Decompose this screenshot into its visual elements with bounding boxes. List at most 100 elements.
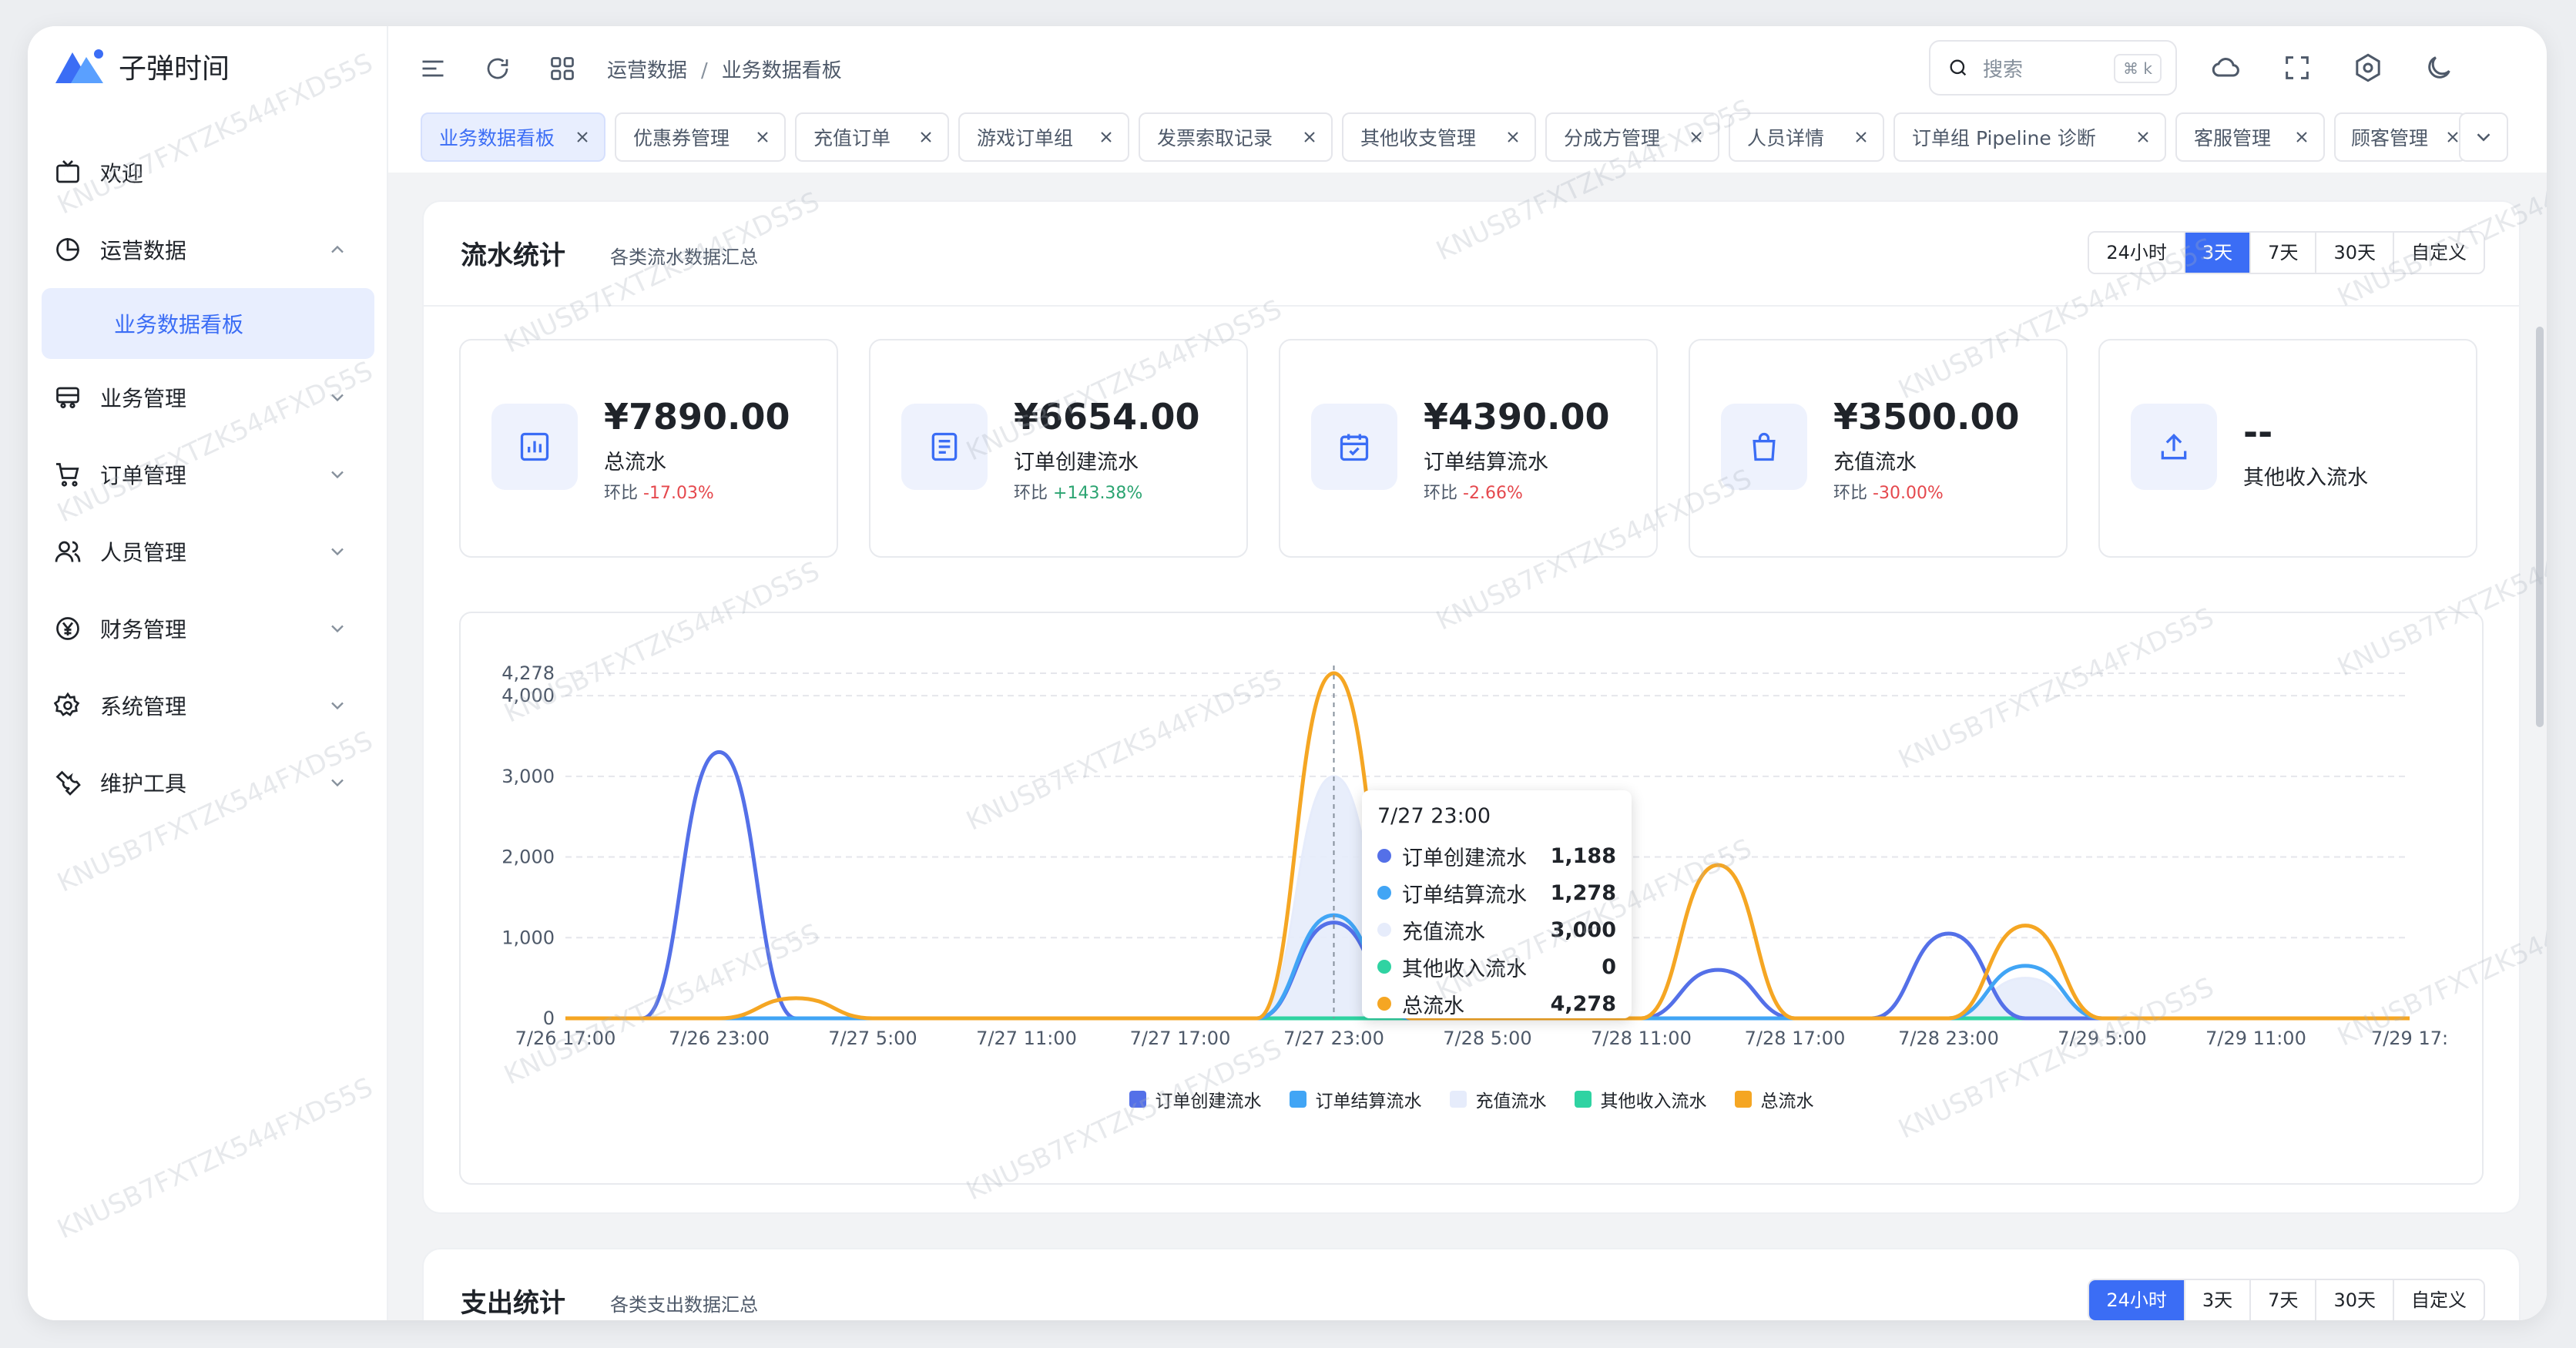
cart-icon — [52, 459, 83, 490]
tab-coupons[interactable]: 优惠券管理 — [615, 112, 786, 162]
sidebar-item-label: 运营数据 — [100, 238, 187, 263]
stat-amount: ¥6654.00 — [1014, 396, 1200, 438]
sidebar-item-welcome[interactable]: 欢迎 — [28, 134, 388, 211]
close-icon[interactable] — [1504, 128, 1522, 146]
tab-staff-detail[interactable]: 人员详情 — [1729, 112, 1884, 162]
close-icon[interactable] — [2134, 128, 2152, 146]
x-tick-label: 7/27 17:00 — [1130, 1028, 1231, 1049]
sidebar-item-finance[interactable]: 财务管理 — [28, 590, 388, 667]
sidebar-item-label: 欢迎 — [100, 161, 144, 186]
legend-item[interactable]: 订单创建流水 — [1129, 1086, 1262, 1112]
tooltip-row: 订单结算流水 1,278 — [1377, 874, 1616, 911]
tooltip-row: 充值流水 3,000 — [1377, 911, 1616, 948]
close-icon[interactable] — [1687, 128, 1706, 146]
bag-icon — [1721, 404, 1807, 490]
tab-label: 人员详情 — [1747, 127, 1825, 149]
legend-dot — [1377, 960, 1391, 974]
app-logo[interactable]: 子弹时间 — [52, 45, 230, 88]
stat-amount: ¥4390.00 — [1424, 396, 1610, 438]
range-option-custom[interactable]: 自定义 — [2393, 233, 2484, 273]
menu-toggle-icon[interactable] — [416, 52, 450, 86]
x-tick-label: 7/28 23:00 — [1898, 1028, 1999, 1049]
x-tick-label: 7/28 11:00 — [1591, 1028, 1692, 1049]
x-tick-label: 7/27 5:00 — [828, 1028, 917, 1049]
range-option-24h[interactable]: 24小时 — [2089, 1280, 2184, 1320]
tab-other-income-expense[interactable]: 其他收支管理 — [1342, 112, 1536, 162]
range-option-7d[interactable]: 7天 — [2249, 1280, 2316, 1320]
y-tick-label: 4,278 — [501, 662, 555, 684]
range-option-custom[interactable]: 自定义 — [2393, 1280, 2484, 1320]
tab-customers[interactable]: 顾客管理 — [2334, 112, 2467, 162]
tab-pipeline-diagnosis[interactable]: 订单组 Pipeline 诊断 — [1893, 112, 2166, 162]
close-icon[interactable] — [753, 128, 772, 146]
logo-icon — [55, 49, 103, 83]
fullscreen-icon[interactable] — [2279, 49, 2316, 86]
legend-item[interactable]: 充值流水 — [1449, 1086, 1547, 1112]
x-tick-label: 7/29 5:00 — [2058, 1028, 2146, 1049]
close-icon[interactable] — [917, 128, 935, 146]
apps-grid-icon[interactable] — [545, 52, 579, 86]
search-input[interactable]: 搜索 ⌘ k — [1929, 40, 2177, 96]
dark-mode-icon[interactable] — [2420, 49, 2457, 86]
gear-icon — [52, 690, 83, 721]
range-option-3d[interactable]: 3天 — [2183, 233, 2250, 273]
scrollbar[interactable] — [2536, 327, 2544, 727]
tab-invoice-requests[interactable]: 发票索取记录 — [1139, 112, 1333, 162]
sidebar-item-operations[interactable]: 运营数据 — [28, 211, 388, 288]
legend-item[interactable]: 其他收入流水 — [1574, 1086, 1707, 1112]
chart-tooltip: 7/27 23:00 订单创建流水 1,188 订单结算流水 1,278 充值流水 3… — [1362, 790, 1632, 1018]
tab-dashboard[interactable]: 业务数据看板 — [421, 112, 605, 162]
sidebar-item-label: 系统管理 — [100, 694, 187, 719]
card-subtitle: 各类流水数据汇总 — [610, 246, 758, 268]
tabs-more-button[interactable] — [2459, 112, 2508, 162]
tooltip-series: 订单创建流水 — [1402, 846, 1527, 870]
tab-customer-service[interactable]: 客服管理 — [2175, 112, 2325, 162]
compare-label: 环比 — [1833, 484, 1868, 503]
range-option-7d[interactable]: 7天 — [2249, 233, 2316, 273]
calendar-check-icon — [1311, 404, 1397, 490]
cloud-icon[interactable] — [2208, 49, 2245, 86]
sidebar-item-label: 订单管理 — [100, 463, 187, 488]
sidebar-item-staff[interactable]: 人员管理 — [28, 513, 388, 590]
sidebar-subitem-dashboard[interactable]: 业务数据看板 — [42, 288, 374, 359]
sidebar-item-tools[interactable]: 维护工具 — [28, 744, 388, 821]
pie-chart-icon — [52, 234, 83, 265]
tab-label: 客服管理 — [2194, 127, 2272, 149]
range-option-30d[interactable]: 30天 — [2315, 233, 2393, 273]
sidebar-item-business[interactable]: 业务管理 — [28, 359, 388, 436]
sidebar-item-orders[interactable]: 订单管理 — [28, 436, 388, 513]
x-tick-label: 7/27 11:00 — [976, 1028, 1077, 1049]
legend-item[interactable]: 总流水 — [1734, 1086, 1814, 1112]
tab-game-order-groups[interactable]: 游戏订单组 — [958, 112, 1129, 162]
settings-icon[interactable] — [2350, 49, 2386, 86]
close-icon[interactable] — [1097, 128, 1115, 146]
range-option-3d[interactable]: 3天 — [2183, 1280, 2250, 1320]
close-icon[interactable] — [573, 128, 592, 146]
stat-amount: -- — [2243, 411, 2273, 453]
business-icon — [52, 382, 83, 413]
close-icon[interactable] — [1300, 128, 1319, 146]
range-option-24h[interactable]: 24小时 — [2089, 233, 2184, 273]
y-tick-label: 4,000 — [501, 685, 555, 706]
tab-label: 其他收支管理 — [1360, 127, 1477, 149]
refresh-icon[interactable] — [481, 52, 515, 86]
range-option-30d[interactable]: 30天 — [2315, 1280, 2393, 1320]
x-tick-label: 7/29 11:00 — [2205, 1028, 2306, 1049]
legend-dot — [1377, 997, 1391, 1011]
legend-item[interactable]: 订单结算流水 — [1289, 1086, 1422, 1112]
close-icon[interactable] — [1852, 128, 1870, 146]
tab-recharge-orders[interactable]: 充值订单 — [795, 112, 949, 162]
sidebar-item-system[interactable]: 系统管理 — [28, 667, 388, 744]
close-icon[interactable] — [2293, 128, 2311, 146]
x-tick-label: 7/28 5:00 — [1443, 1028, 1531, 1049]
range-selector: 24小时 3天 7天 30天 自定义 — [2088, 231, 2485, 274]
y-tick-label: 2,000 — [501, 847, 555, 868]
sidebar-item-label: 业务管理 — [100, 386, 187, 411]
compare-label: 环比 — [604, 484, 639, 503]
x-tick-label: 7/26 17:00 — [515, 1028, 616, 1049]
stat-compare: 环比 -2.66% — [1424, 479, 1523, 504]
tab-label: 顾客管理 — [2351, 127, 2429, 149]
stat-amount: ¥7890.00 — [604, 396, 790, 438]
breadcrumb-item[interactable]: 运营数据 — [607, 59, 687, 82]
tab-revenue-share[interactable]: 分成方管理 — [1545, 112, 1719, 162]
